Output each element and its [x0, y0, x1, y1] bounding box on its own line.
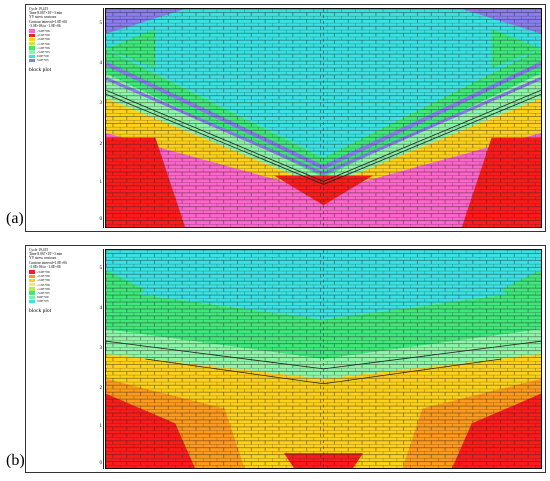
legend-swatch [29, 58, 35, 63]
plot-panel-b: Cycle 19,415 Time 8.067×10^-3 min YY str… [25, 245, 546, 473]
panel-label-b: (b) [6, 452, 25, 469]
plot-panel-a: Cycle 19,415 Time 8.067×10^-3 min YY str… [25, 4, 546, 232]
caption-block-plot-b: block plot [29, 307, 52, 314]
legend-value: 5.0E+05 [37, 299, 49, 304]
tick-label: 4 [99, 61, 103, 66]
legend-swatch [29, 299, 35, 304]
info-box-b: Cycle 19,415 Time 8.067×10^-3 min YY str… [29, 248, 91, 314]
legend-swatch [29, 270, 35, 274]
y-ticks-b: 5 4 3 2 1 0 [92, 246, 103, 472]
panel-label-a: (a) [6, 210, 24, 227]
legend-swatch [29, 274, 35, 278]
legend-swatch [29, 50, 35, 54]
tick-label: 3 [99, 101, 103, 106]
legend-swatch [29, 282, 35, 287]
tick-label: 1 [99, 424, 103, 429]
legend-swatch [29, 33, 35, 37]
legend-item: 5.0E+05 [29, 299, 91, 303]
block-plot-canvas-b [106, 250, 541, 468]
tick-label: 2 [99, 386, 103, 391]
legend-swatch [29, 278, 35, 283]
tick-label: 3 [99, 346, 103, 351]
legend-swatch [29, 46, 35, 50]
block-plot-canvas-a [106, 9, 541, 227]
legend-swatch [29, 295, 35, 299]
legend-swatch [29, 287, 35, 291]
legend-a: -3.0E+06 -2.5E+06 -2.0E+06 -1.5E+06 -1.0… [29, 29, 91, 63]
tick-label: 5 [99, 266, 103, 271]
block-plot-b [105, 249, 542, 469]
tick-label: 4 [99, 306, 103, 311]
block-plot-a [105, 8, 542, 228]
legend-item: 5.0E+05 [29, 58, 91, 62]
legend-swatch [29, 41, 35, 46]
legend-swatch [29, 291, 35, 295]
info-contour-range: -3.0E+06 to -1.0E+06 [29, 23, 61, 28]
legend-swatch [29, 37, 35, 42]
legend-value: 5.0E+05 [37, 58, 49, 63]
tick-label: 5 [99, 21, 103, 26]
tick-label: 0 [99, 217, 103, 222]
y-axis-line-b [103, 249, 104, 469]
legend-swatch [29, 54, 35, 58]
info-box-a: Cycle 19,415 Time 8.067×10^-3 min YY str… [29, 7, 91, 73]
tick-label: 1 [99, 180, 103, 185]
y-ticks-a: 5 4 3 2 1 0 [92, 5, 103, 231]
tick-label: 0 [99, 461, 103, 466]
caption-block-plot-a: block plot [29, 66, 52, 73]
tick-label: 2 [99, 142, 103, 147]
legend-swatch [29, 29, 35, 33]
info-contour-range: -3.0E+06 to -1.0E+06 [29, 264, 61, 269]
legend-b: -3.0E+06 -2.5E+06 -2.0E+06 -1.5E+06 -1.0… [29, 270, 91, 304]
y-axis-line-a [103, 8, 104, 228]
